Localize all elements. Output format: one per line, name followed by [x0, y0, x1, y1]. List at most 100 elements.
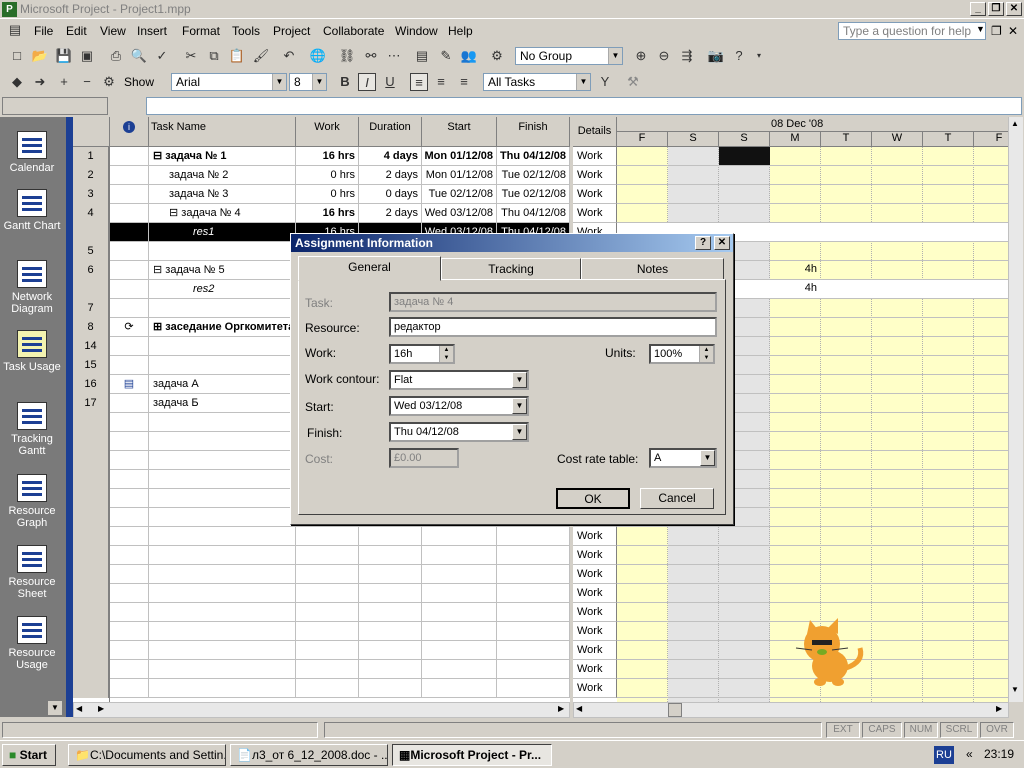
- task-name-cell[interactable]: res1: [149, 223, 296, 242]
- table-row[interactable]: 2 задача № 2 0 hrs 2 days Mon 01/12/08 Tue 02…: [73, 166, 570, 185]
- align-center-icon[interactable]: ≡: [432, 73, 450, 91]
- empty-cell[interactable]: [110, 584, 149, 603]
- day-header[interactable]: F: [617, 132, 668, 147]
- print-icon[interactable]: ⎙: [107, 47, 125, 65]
- chevron-down-icon[interactable]: ▼: [272, 74, 286, 90]
- task-name-cell[interactable]: ⊞ заседание Оргкомитета: [149, 318, 296, 337]
- outline-toggle-icon[interactable]: ⊟: [153, 150, 165, 162]
- indicator-cell[interactable]: [110, 261, 149, 280]
- empty-cell[interactable]: [110, 565, 149, 584]
- duration-cell[interactable]: 2 days: [359, 166, 422, 185]
- chevron-down-icon[interactable]: ▼: [576, 74, 590, 90]
- empty-cell[interactable]: [359, 527, 422, 546]
- empty-cell[interactable]: [110, 470, 149, 489]
- empty-cell[interactable]: [296, 527, 359, 546]
- show-icon[interactable]: ⚙: [100, 73, 118, 91]
- task-name-cell[interactable]: ⊟ задача № 1: [149, 147, 296, 166]
- empty-cell[interactable]: [110, 432, 149, 451]
- row-number[interactable]: [73, 622, 109, 641]
- align-right-icon[interactable]: ≡: [455, 73, 473, 91]
- start-date-select[interactable]: Wed 03/12/08 ▼: [389, 396, 529, 416]
- duration-cell[interactable]: 0 days: [359, 185, 422, 204]
- underline-icon[interactable]: U: [381, 73, 399, 91]
- doc-restore-icon[interactable]: ❐: [991, 24, 1002, 38]
- empty-cell[interactable]: [110, 527, 149, 546]
- empty-row[interactable]: [73, 565, 570, 584]
- doc-close-icon[interactable]: ✕: [1008, 24, 1018, 38]
- bold-icon[interactable]: B: [336, 73, 354, 91]
- copy-picture-icon[interactable]: 📷: [707, 47, 725, 65]
- empty-cell[interactable]: [497, 603, 570, 622]
- work-hours-cell[interactable]: 4h: [770, 282, 817, 294]
- empty-cell[interactable]: [296, 546, 359, 565]
- scroll-right-icon[interactable]: ▶: [98, 704, 104, 713]
- zoom-in-icon[interactable]: ⊕: [632, 47, 650, 65]
- chevron-down-icon[interactable]: ▼: [512, 424, 527, 440]
- empty-row[interactable]: [73, 546, 570, 565]
- cancel-button[interactable]: Cancel: [640, 488, 714, 509]
- chart-scroll-left-icon[interactable]: ◀: [576, 704, 582, 713]
- empty-cell[interactable]: [110, 641, 149, 660]
- selected-cell[interactable]: [719, 147, 770, 165]
- empty-cell[interactable]: [149, 470, 296, 489]
- menu-collaborate[interactable]: Collaborate: [323, 24, 384, 38]
- day-header[interactable]: S: [668, 132, 719, 147]
- row-number[interactable]: 16: [73, 375, 109, 394]
- show-button[interactable]: Show: [124, 75, 154, 89]
- indicator-cell[interactable]: [110, 299, 149, 318]
- autofilter-icon[interactable]: Y: [596, 73, 614, 91]
- task-name-cell[interactable]: [149, 356, 296, 375]
- empty-cell[interactable]: [149, 546, 296, 565]
- task-name-cell[interactable]: [149, 242, 296, 261]
- indicator-cell[interactable]: [110, 204, 149, 223]
- grid-horizontal-scrollbar[interactable]: ◀ ▶ ▶: [73, 702, 570, 718]
- tray-expand-icon[interactable]: «: [966, 747, 973, 761]
- row-number[interactable]: 14: [73, 337, 109, 356]
- empty-row[interactable]: [73, 641, 570, 660]
- empty-cell[interactable]: [422, 622, 497, 641]
- language-indicator[interactable]: RU: [934, 746, 954, 764]
- day-header[interactable]: M: [770, 132, 821, 147]
- toolbar-options-icon[interactable]: ▾: [750, 47, 768, 65]
- gantt-wizard-icon[interactable]: ⚒: [624, 73, 642, 91]
- finish-cell[interactable]: Tue 02/12/08: [497, 166, 570, 185]
- help-icon[interactable]: ?: [730, 47, 748, 65]
- cut-icon[interactable]: ✂: [182, 47, 200, 65]
- chevron-down-icon[interactable]: ▼: [608, 48, 622, 64]
- font-size-select[interactable]: 8 ▼: [289, 73, 327, 91]
- row-number[interactable]: 6: [73, 261, 109, 280]
- empty-cell[interactable]: [497, 660, 570, 679]
- start-cell[interactable]: Mon 01/12/08: [422, 147, 497, 166]
- indicator-cell[interactable]: [110, 166, 149, 185]
- empty-cell[interactable]: [149, 584, 296, 603]
- empty-cell[interactable]: [422, 641, 497, 660]
- empty-cell[interactable]: [359, 584, 422, 603]
- close-button[interactable]: ✕: [1006, 2, 1022, 16]
- hyperlink-icon[interactable]: 🌐: [309, 47, 327, 65]
- dialog-help-icon[interactable]: ?: [695, 236, 711, 250]
- show-subtasks-icon[interactable]: +: [55, 73, 73, 91]
- taskbar-item-explorer[interactable]: 📁C:\Documents and Settin...: [68, 744, 226, 766]
- empty-cell[interactable]: [149, 527, 296, 546]
- scroll-right-end-icon[interactable]: ▶: [558, 704, 564, 713]
- empty-cell[interactable]: [110, 489, 149, 508]
- row-number[interactable]: 8: [73, 318, 109, 337]
- entry-input[interactable]: [146, 97, 1022, 115]
- task-notes-icon[interactable]: ▤: [110, 375, 149, 394]
- work-cell[interactable]: 16 hrs: [296, 147, 359, 166]
- viewbar-scroll-down-icon[interactable]: ▼: [48, 701, 62, 715]
- empty-cell[interactable]: [110, 660, 149, 679]
- chart-vertical-scrollbar[interactable]: ▲ ▼: [1008, 117, 1023, 702]
- undo-icon[interactable]: ↶: [280, 47, 298, 65]
- indicator-cell[interactable]: [110, 185, 149, 204]
- row-number[interactable]: [73, 584, 109, 603]
- indicator-cell[interactable]: [110, 337, 149, 356]
- empty-cell[interactable]: [359, 641, 422, 660]
- day-header[interactable]: S: [719, 132, 770, 147]
- indicators-header[interactable]: i: [110, 117, 149, 147]
- italic-icon[interactable]: I: [358, 73, 376, 91]
- details-header[interactable]: Details: [573, 117, 617, 147]
- view-resource-sheet[interactable]: Resource Sheet: [0, 545, 64, 600]
- empty-cell[interactable]: [422, 660, 497, 679]
- task-name-cell[interactable]: [149, 299, 296, 318]
